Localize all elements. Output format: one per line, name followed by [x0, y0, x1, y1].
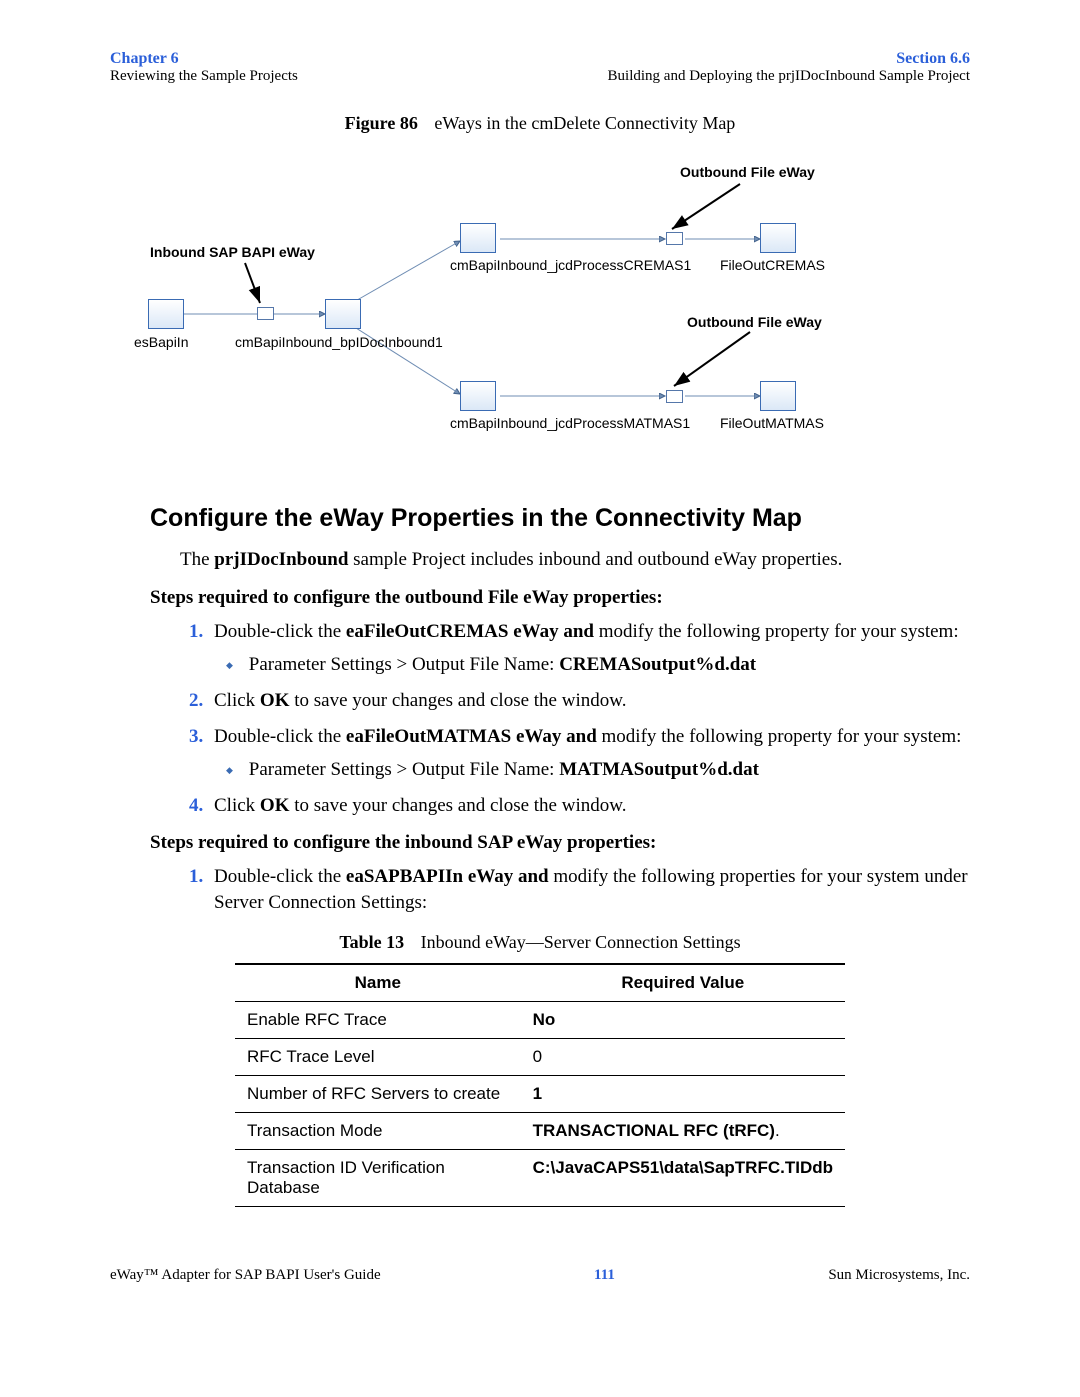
file-icon-2 [760, 381, 796, 411]
jcd-matmas-label: cmBapiInbound_jcdProcessMATMAS1 [450, 415, 690, 431]
sap-icon [148, 299, 184, 329]
table-number: Table 13 [339, 932, 404, 952]
connectivity-diagram: Outbound File eWay Outbound File eWay In… [110, 159, 970, 469]
text: Double-click the [214, 726, 346, 747]
cell-name: Enable RFC Trace [235, 1001, 521, 1038]
cell-name: RFC Trace Level [235, 1038, 521, 1075]
page-footer: eWay™ Adapter for SAP BAPI User's Guide … [110, 1267, 970, 1284]
cell-name: Transaction ID Verification Database [235, 1149, 521, 1206]
text: Double-click the [214, 621, 346, 642]
table-row: Transaction ModeTRANSACTIONAL RFC (tRFC)… [235, 1112, 845, 1149]
text-bold: eaFileOutCREMAS eWay and [346, 621, 594, 642]
text-bold: prjIDocInbound [214, 549, 348, 570]
eway-port [666, 390, 683, 403]
file-cremas-label: FileOutCREMAS [720, 257, 825, 273]
outbound-label-2: Outbound File eWay [687, 314, 822, 330]
bpl-label: cmBapiInbound_bpIDocInbound1 [235, 334, 443, 350]
text: Click [214, 690, 260, 711]
sub-item: Parameter Settings > Output File Name: M… [226, 757, 970, 783]
figure-caption: Figure 86 eWays in the cmDelete Connecti… [110, 113, 970, 134]
inbound-label: Inbound SAP BAPI eWay [150, 244, 315, 260]
text-bold: OK [260, 690, 290, 711]
chapter-subtitle: Reviewing the Sample Projects [110, 68, 298, 85]
chapter-label: Chapter 6 [110, 50, 298, 68]
jcd-icon-2 [460, 381, 496, 411]
cell-name: Number of RFC Servers to create [235, 1075, 521, 1112]
step-item: Double-click the eaFileOutCREMAS eWay an… [208, 619, 970, 678]
text: Click [214, 795, 260, 816]
cell-value: 0 [521, 1038, 845, 1075]
text: modify the following property for your s… [597, 726, 962, 747]
outbound-label-1: Outbound File eWay [680, 164, 815, 180]
text: Parameter Settings > Output File Name: [249, 654, 559, 675]
esbapiin-label: esBapiIn [134, 334, 188, 350]
cell-value: TRANSACTIONAL RFC (tRFC). [521, 1112, 845, 1149]
table-row: Number of RFC Servers to create1 [235, 1075, 845, 1112]
text: to save your changes and close the windo… [289, 795, 626, 816]
table-caption: Table 13 Inbound eWay—Server Connection … [110, 932, 970, 953]
text-bold: MATMASoutput%d.dat [559, 759, 759, 780]
section-label: Section 6.6 [608, 50, 970, 68]
text-bold: eaFileOutMATMAS eWay and [346, 726, 597, 747]
step-item: Click OK to save your changes and close … [208, 688, 970, 714]
text: to save your changes and close the windo… [289, 690, 626, 711]
sub-item: Parameter Settings > Output File Name: C… [226, 652, 970, 678]
outbound-steps-heading: Steps required to configure the outbound… [150, 587, 970, 609]
intro-paragraph: The prjIDocInbound sample Project includ… [180, 547, 970, 573]
figure-number: Figure 86 [345, 113, 418, 133]
table-row: Enable RFC TraceNo [235, 1001, 845, 1038]
table-row: Transaction ID Verification DatabaseC:\J… [235, 1149, 845, 1206]
cell-value: No [521, 1001, 845, 1038]
section-subtitle: Building and Deploying the prjIDocInboun… [608, 68, 970, 85]
cell-value: C:\JavaCAPS51\data\SapTRFC.TIDdb [521, 1149, 845, 1206]
file-icon-1 [760, 223, 796, 253]
text-bold: CREMASoutput%d.dat [559, 654, 756, 675]
footer-left: eWay™ Adapter for SAP BAPI User's Guide [110, 1267, 381, 1284]
text: Double-click the [214, 866, 346, 887]
footer-right: Sun Microsystems, Inc. [828, 1267, 970, 1284]
text: Parameter Settings > Output File Name: [249, 759, 559, 780]
page-number: 111 [594, 1267, 615, 1284]
bpl-icon [325, 299, 361, 329]
text-bold: eaSAPBAPIIn eWay and [346, 866, 549, 887]
col-value: Required Value [521, 964, 845, 1002]
jcd-icon-1 [460, 223, 496, 253]
text-bold: OK [260, 795, 290, 816]
cell-name: Transaction Mode [235, 1112, 521, 1149]
outbound-steps-list: Double-click the eaFileOutCREMAS eWay an… [180, 619, 970, 819]
jcd-cremas-label: cmBapiInbound_jcdProcessCREMAS1 [450, 257, 691, 273]
table-title: Inbound eWay—Server Connection Settings [421, 932, 741, 952]
file-matmas-label: FileOutMATMAS [720, 415, 824, 431]
eway-port [257, 307, 274, 320]
cell-value: 1 [521, 1075, 845, 1112]
step-item: Double-click the eaSAPBAPIIn eWay and mo… [208, 864, 970, 915]
step-item: Double-click the eaFileOutMATMAS eWay an… [208, 724, 970, 783]
inbound-steps-list: Double-click the eaSAPBAPIIn eWay and mo… [180, 864, 970, 915]
text: modify the following property for your s… [594, 621, 959, 642]
inbound-steps-heading: Steps required to configure the inbound … [150, 832, 970, 854]
section-heading: Configure the eWay Properties in the Con… [150, 504, 970, 533]
eway-port [666, 232, 683, 245]
table-row: RFC Trace Level0 [235, 1038, 845, 1075]
step-item: Click OK to save your changes and close … [208, 793, 970, 819]
text: The [180, 549, 214, 570]
figure-title: eWays in the cmDelete Connectivity Map [434, 113, 735, 133]
page-header: Chapter 6 Reviewing the Sample Projects … [110, 50, 970, 85]
settings-table: Name Required Value Enable RFC TraceNoRF… [235, 963, 845, 1207]
text: sample Project includes inbound and outb… [348, 549, 842, 570]
col-name: Name [235, 964, 521, 1002]
